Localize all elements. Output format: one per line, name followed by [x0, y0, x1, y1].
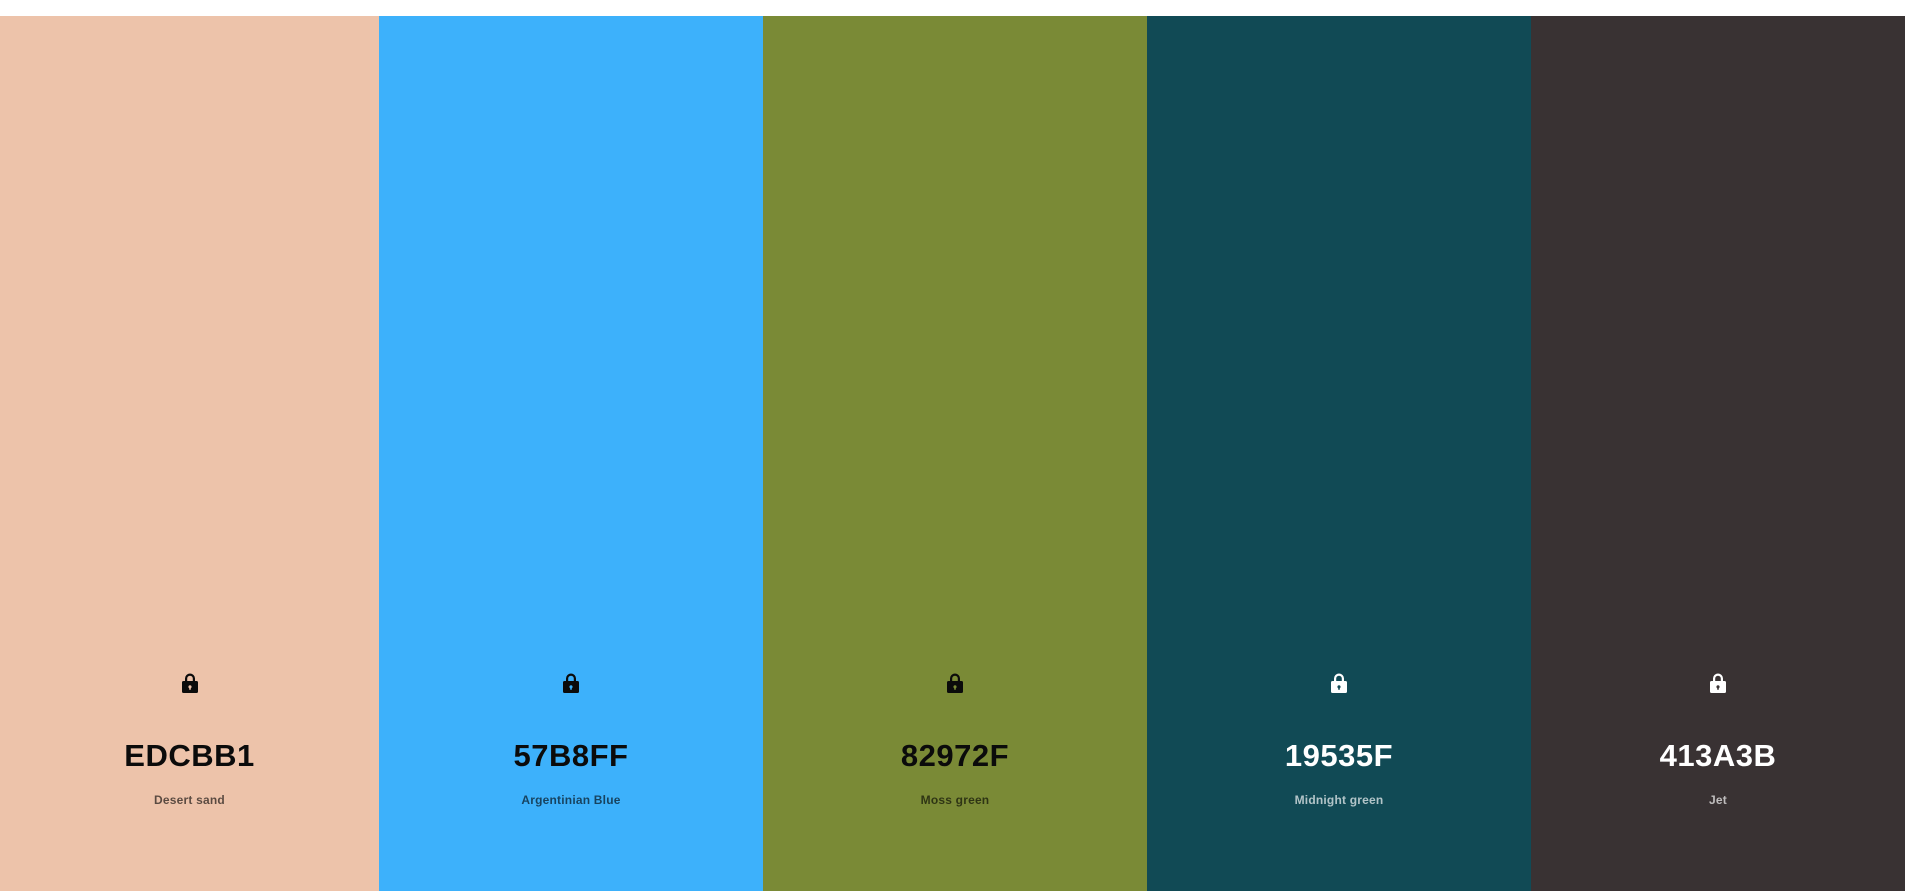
color-palette: EDCBB1 Desert sand 57B8FF Argentinian Bl… [0, 16, 1905, 891]
color-name: Desert sand [154, 793, 225, 807]
hex-code[interactable]: 57B8FF [514, 738, 629, 774]
lock-icon[interactable] [945, 672, 965, 694]
swatch-info: 413A3B Jet [1531, 672, 1905, 808]
swatch-info: 82972F Moss green [763, 672, 1147, 808]
lock-icon[interactable] [1329, 672, 1349, 694]
lock-icon[interactable] [180, 672, 200, 694]
color-swatch-5[interactable]: 413A3B Jet [1531, 16, 1905, 891]
color-name: Argentinian Blue [521, 793, 621, 807]
color-swatch-2[interactable]: 57B8FF Argentinian Blue [379, 16, 763, 891]
hex-code[interactable]: 82972F [901, 738, 1009, 774]
hex-code[interactable]: 413A3B [1660, 738, 1777, 774]
swatch-info: 57B8FF Argentinian Blue [379, 672, 763, 808]
color-name: Jet [1709, 793, 1727, 807]
color-swatch-3[interactable]: 82972F Moss green [763, 16, 1147, 891]
color-name: Midnight green [1294, 793, 1384, 807]
color-name: Moss green [920, 793, 990, 807]
color-swatch-1[interactable]: EDCBB1 Desert sand [0, 16, 379, 891]
lock-icon[interactable] [1708, 672, 1728, 694]
swatch-info: 19535F Midnight green [1147, 672, 1531, 808]
color-swatch-4[interactable]: 19535F Midnight green [1147, 16, 1531, 891]
hex-code[interactable]: 19535F [1285, 738, 1393, 774]
lock-icon[interactable] [561, 672, 581, 694]
swatch-info: EDCBB1 Desert sand [0, 672, 379, 808]
hex-code[interactable]: EDCBB1 [124, 738, 254, 774]
